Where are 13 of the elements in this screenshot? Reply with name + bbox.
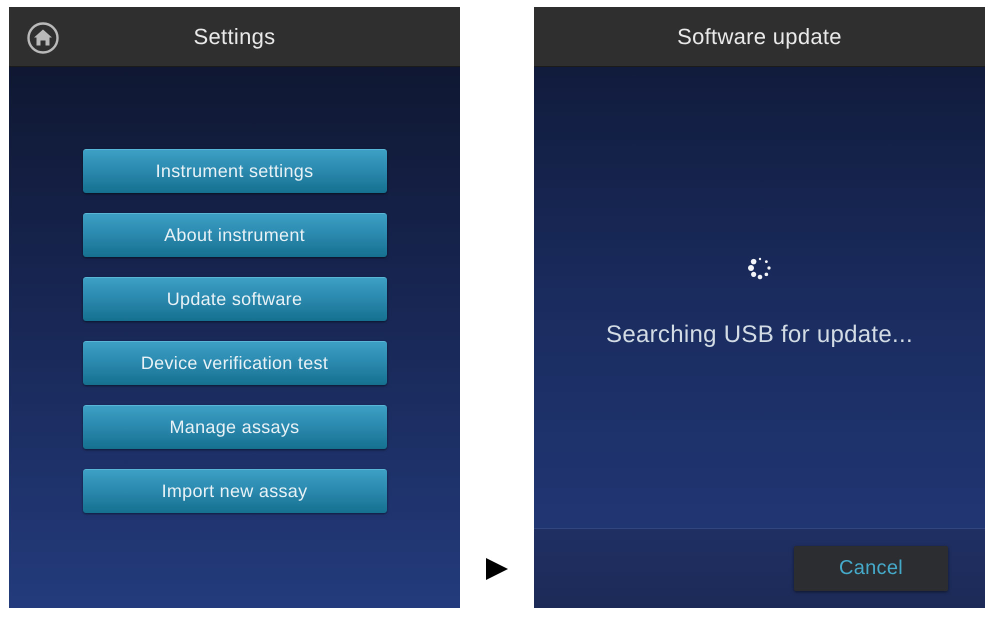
home-icon[interactable] (27, 22, 59, 54)
menu-button[interactable]: Import new assay (82, 469, 386, 513)
menu-button[interactable]: Update software (82, 277, 386, 321)
menu-button[interactable]: Manage assays (82, 405, 386, 449)
cancel-button[interactable]: Cancel (794, 546, 948, 591)
menu-button[interactable]: Device verification test (82, 341, 386, 385)
status-message: Searching USB for update... (606, 321, 913, 349)
screen-title: Settings (194, 24, 276, 50)
menu-button[interactable]: About instrument (82, 213, 386, 257)
menu-button[interactable]: Instrument settings (82, 149, 386, 193)
right-triangle-icon (486, 558, 508, 580)
spinner-icon (746, 255, 772, 281)
screen-title: Software update (677, 24, 842, 50)
